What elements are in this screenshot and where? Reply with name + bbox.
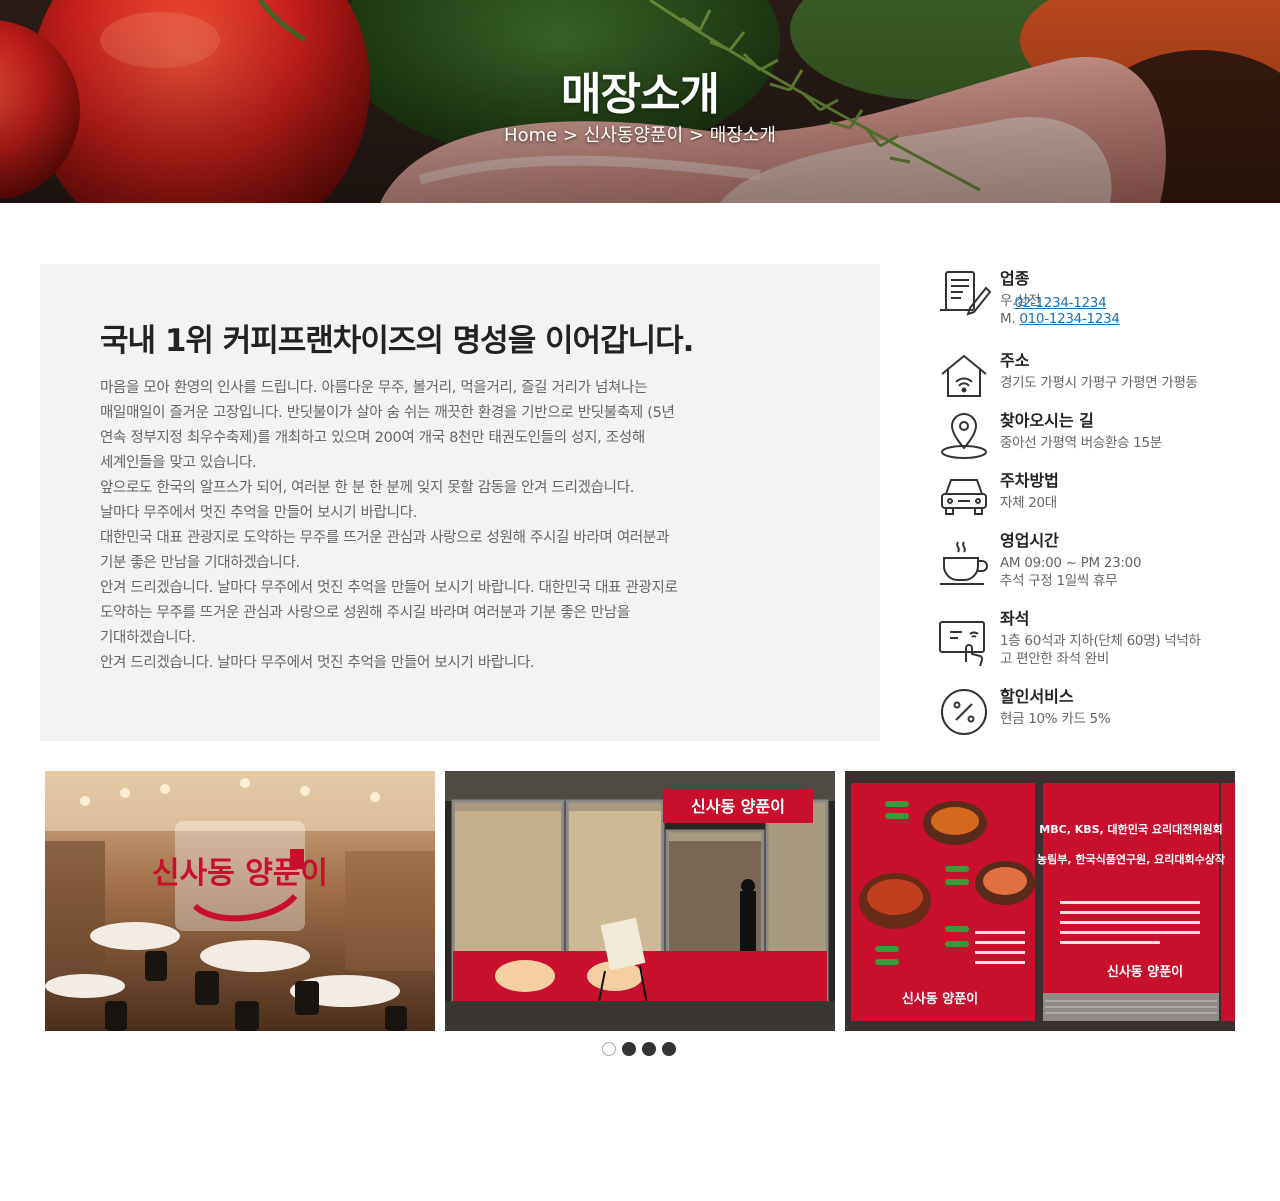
info-line: 자체 20대 — [1000, 495, 1057, 511]
pagination-dot-3[interactable] — [642, 1042, 656, 1056]
info-line: AM 09:00 ~ PM 23:00 — [1000, 555, 1142, 571]
breadcrumb-separator: > — [688, 125, 704, 146]
storefront-photo[interactable]: 신사동 양푼이 — [445, 771, 835, 1031]
poster-logo: 신사동 양푼이 — [902, 991, 978, 1007]
brand-logo: 신사동 양푼이 — [152, 821, 328, 931]
info-title: 찾아오시는 길 — [1000, 411, 1094, 430]
info-item-discount: 할인서비스 현금 10% 카드 5% — [936, 684, 1256, 740]
breadcrumb-home[interactable]: Home — [504, 125, 557, 146]
info-item-hours: 영업시간 AM 09:00 ~ PM 23:00 추석 구정 1일씩 휴무 — [936, 528, 1256, 602]
info-item-directions: 찾아오시는 길 중아선 가평역 버승환승 15분 — [936, 408, 1256, 464]
intro-line: 안겨 드리겠습니다. 날마다 무주에서 멋진 추억을 만들어 보시기 바랍니다. — [100, 655, 535, 671]
info-title: 좌석 — [1000, 609, 1030, 628]
info-line: 현금 10% 카드 5% — [1000, 711, 1111, 727]
info-title: 주소 — [1000, 351, 1030, 370]
hero-banner: 매장소개 Home > 신사동양푼이 > 매장소개 — [0, 0, 1280, 203]
coffee-cup-icon — [936, 536, 992, 592]
page-title: 매장소개 — [561, 69, 720, 120]
percent-icon — [936, 684, 992, 740]
intro-line: 마음을 모아 환영의 인사를 드립니다. 아름다운 무주, 볼거리, 먹을거리,… — [100, 380, 648, 396]
home-wifi-icon — [936, 348, 992, 404]
photo-gallery: 신사동 양푼이 신사동 양푼이 MBC, KBS, 대한민국 요리대전위원회 농… — [45, 771, 1235, 1031]
intro-heading: 국내 1위 커피프랜차이즈의 명성을 이어갑니다. — [100, 323, 694, 359]
phone-link[interactable]: 02-1234-1234 — [1014, 295, 1106, 311]
breadcrumb: Home > 신사동양푼이 > 매장소개 — [0, 121, 1280, 147]
intro-line: 기분 좋은 만남을 기대하겠습니다. — [100, 555, 300, 571]
pagination-dot-4[interactable] — [662, 1042, 676, 1056]
intro-line: 안겨 드리겠습니다. 날마다 무주에서 멋진 추억을 만들어 보시기 바랍니다.… — [100, 580, 678, 596]
breadcrumb-separator: > — [562, 125, 579, 146]
info-title: 업종 — [1000, 269, 1030, 288]
info-line: 중아선 가평역 버승환승 15분 — [1000, 435, 1162, 451]
intro-line: 연속 정부지정 최우수축제)를 개최하고 있으며 200여 개국 8천만 태권도… — [100, 430, 645, 446]
info-line: 고 편안한 좌석 완비 — [1000, 651, 1109, 667]
intro-line: 앞으로도 한국의 알프스가 되어, 여러분 한 분 한 분께 잊지 못할 감동을… — [100, 480, 635, 496]
phone-prefix: T. — [1000, 295, 1010, 311]
sign-text: 신사동 양푼이 — [691, 797, 785, 816]
intro-line: 대한민국 대표 관광지로 도약하는 무주를 뜨거운 관심과 사랑으로 성원해 주… — [100, 530, 669, 546]
tablet-touch-icon — [936, 612, 992, 668]
info-line: 경기도 가평시 가평구 가평면 가평동 — [1000, 375, 1198, 391]
pagination-dot-2[interactable] — [622, 1042, 636, 1056]
info-item-seating: 좌석 1층 60석과 지하(단체 60명) 넉넉하 고 편안한 좌석 완비 — [936, 606, 1256, 680]
intro-line: 세계인들을 맞고 있습니다. — [100, 455, 257, 471]
mobile-link[interactable]: 010-1234-1234 — [1019, 311, 1120, 327]
info-line: 추석 구정 1일씩 휴무 — [1000, 573, 1118, 589]
breadcrumb-current: 매장소개 — [709, 125, 776, 146]
info-title: 주차방법 — [1000, 471, 1059, 490]
intro-line: 날마다 무주에서 멋진 추억을 만들어 보시기 바랍니다. — [100, 505, 418, 521]
info-item-parking: 주차방법 자체 20대 — [936, 468, 1256, 524]
gallery-pagination — [602, 1042, 682, 1058]
restaurant-interior-photo[interactable]: 신사동 양푼이 — [45, 771, 435, 1031]
info-item-address: 주소 경기도 가평시 가평구 가평면 가평동 — [936, 348, 1256, 404]
intro-line: 도약하는 무주를 뜨거운 관심과 사랑으로 성원해 주시길 바라며 여러분과 기… — [100, 605, 630, 621]
intro-body: 마음을 모아 환영의 인사를 드립니다. 아름다운 무주, 볼거리, 먹을거리,… — [100, 376, 820, 676]
intro-box: 국내 1위 커피프랜차이즈의 명성을 이어갑니다. 마음을 모아 환영의 인사를… — [40, 264, 880, 741]
location-pin-icon — [936, 408, 992, 464]
mobile-prefix: M. — [1000, 311, 1016, 327]
info-line: 1층 60석과 지하(단체 60명) 넉넉하 — [1000, 633, 1201, 649]
poster-logo: 신사동 양푼이 — [1107, 964, 1183, 980]
pagination-dot-1[interactable] — [602, 1042, 616, 1056]
menu-poster-photo[interactable]: MBC, KBS, 대한민국 요리대전위원회 농림부, 한국식품연구원, 요리대… — [845, 771, 1235, 1031]
info-item-business: 업종 우.상전 T. 02-1234-1234 M. 010-1234-1234 — [936, 266, 1256, 342]
breadcrumb-brand[interactable]: 신사동양푼이 — [584, 125, 683, 146]
info-title: 할인서비스 — [1000, 687, 1074, 706]
info-title: 영업시간 — [1000, 531, 1059, 550]
car-icon — [936, 468, 992, 524]
poster-heading: MBC, KBS, 대한민국 요리대전위원회 — [1039, 822, 1222, 836]
intro-line: 기대하겠습니다. — [100, 630, 196, 646]
document-pen-icon — [936, 266, 992, 322]
intro-line: 매일매일이 즐거운 고장입니다. 반딧불이가 살아 숨 쉬는 깨끗한 환경을 기… — [100, 405, 675, 421]
poster-heading: 농림부, 한국식품연구원, 요리대회수상작 — [1037, 852, 1225, 866]
